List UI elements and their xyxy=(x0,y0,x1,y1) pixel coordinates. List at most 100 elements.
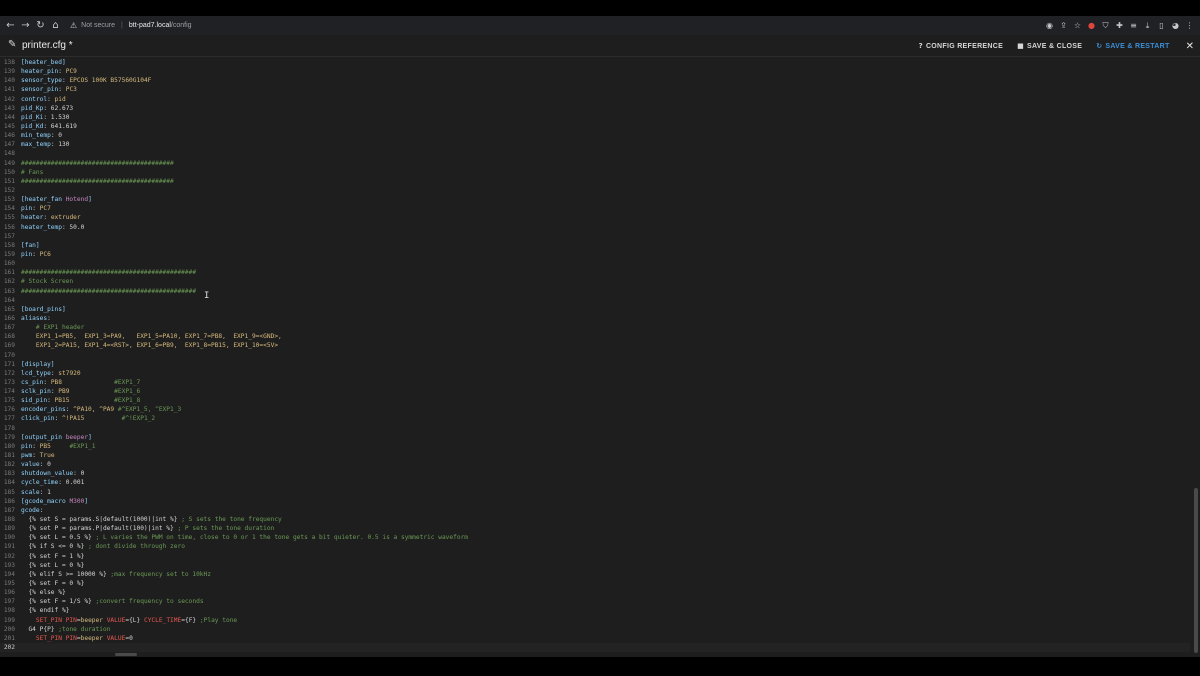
code-line[interactable]: 202 xyxy=(0,643,1190,653)
code-line[interactable]: 197 {% set F = 1/S %} ;convert frequency… xyxy=(0,597,1190,606)
code-line[interactable]: 184 cycle_time: 0.001 xyxy=(0,478,1190,487)
code-line[interactable]: 147 max_temp: 130 xyxy=(0,140,1190,149)
address-bar[interactable]: ⚠ Not secure | btt-pad7.local/config xyxy=(70,21,192,30)
code-line[interactable]: 181 pwm: True xyxy=(0,451,1190,460)
code-line[interactable]: 177 click_pin: ^!PA15 #^!EXP1_2 xyxy=(0,414,1190,423)
line-code: pin: PC7 xyxy=(21,204,51,213)
horizontal-scrollbar[interactable] xyxy=(115,653,137,656)
code-line[interactable]: 195 {% set F = 0 %} xyxy=(0,579,1190,588)
code-line[interactable]: 155 heater: extruder xyxy=(0,213,1190,222)
share-icon[interactable]: ⇪ xyxy=(1059,21,1068,30)
download-icon[interactable]: ⤓ xyxy=(1143,21,1152,31)
line-code: min_temp: 0 xyxy=(21,131,62,140)
code-line[interactable]: 157 xyxy=(0,232,1190,241)
code-line[interactable]: 138 [heater_bed] xyxy=(0,58,1190,67)
code-line[interactable]: 187 gcode: xyxy=(0,506,1190,515)
code-editor[interactable]: 138 [heater_bed] 139 heater_pin: PC9 140 sens… xyxy=(0,58,1200,657)
code-line[interactable]: 180 pin: PB5 #EXP1_1 xyxy=(0,442,1190,451)
code-token: ########################################… xyxy=(21,269,197,277)
code-line[interactable]: 151 #####################################… xyxy=(0,177,1190,186)
code-line[interactable]: 153 [heater_fan Hotend] xyxy=(0,195,1190,204)
star-icon[interactable]: ☆ xyxy=(1073,21,1082,30)
code-line[interactable]: 179 [output_pin beeper] xyxy=(0,433,1190,442)
code-line[interactable]: 201 SET_PIN PIN=beeper VALUE=0 xyxy=(0,634,1190,643)
code-line[interactable]: 170 xyxy=(0,351,1190,360)
code-token: #EXP1_1 xyxy=(69,442,96,450)
code-line[interactable]: 171 [display] xyxy=(0,360,1190,369)
code-line[interactable]: 158 [fan] xyxy=(0,241,1190,250)
code-token: cs_pin xyxy=(21,378,44,386)
code-line[interactable]: 194 {% elif S >= 10000 %} ;max frequency… xyxy=(0,570,1190,579)
code-line[interactable]: 185 scale: 1 xyxy=(0,488,1190,497)
code-line[interactable]: 163 #####################################… xyxy=(0,287,1190,296)
puzzle-icon[interactable]: ✚ xyxy=(1115,21,1124,30)
code-line[interactable]: 189 {% set P = params.P|default(100)|int… xyxy=(0,524,1190,533)
vertical-scrollbar[interactable] xyxy=(1194,488,1198,653)
code-line[interactable]: 152 xyxy=(0,186,1190,195)
code-line[interactable]: 198 {% endif %} xyxy=(0,606,1190,615)
code-line[interactable]: 143 pid_Kp: 62.673 xyxy=(0,104,1190,113)
code-line[interactable]: 150 # Fans xyxy=(0,168,1190,177)
code-line[interactable]: 139 heater_pin: PC9 xyxy=(0,67,1190,76)
code-token: : 62.673 xyxy=(43,104,74,112)
code-line[interactable]: 183 shutdown_value: 0 xyxy=(0,469,1190,478)
code-line[interactable]: 191 {% if S <= 0 %} ; dont divide throug… xyxy=(0,542,1190,551)
code-line[interactable]: 162 # Stock Screen xyxy=(0,277,1190,286)
sidepanel-icon[interactable]: ▯ xyxy=(1157,21,1166,30)
code-line[interactable]: 156 heater_temp: 50.0 xyxy=(0,223,1190,232)
code-line[interactable]: 165 [board_pins] xyxy=(0,305,1190,314)
playlist-icon[interactable]: ≡ xyxy=(1129,21,1138,30)
code-line[interactable]: 193 {% set L = 0 %} xyxy=(0,561,1190,570)
code-line[interactable]: 154 pin: PC7 xyxy=(0,204,1190,213)
code-line[interactable]: 178 xyxy=(0,424,1190,433)
shield-icon[interactable]: ⛉ xyxy=(1101,21,1110,31)
line-code: {% if S <= 0 %} ; dont divide through ze… xyxy=(21,542,184,551)
code-line[interactable]: 173 cs_pin: PB8 #EXP1_7 xyxy=(0,378,1190,387)
code-line[interactable]: 174 sclk_pin: PB9 #EXP1_6 xyxy=(0,387,1190,396)
code-line[interactable]: 176 encoder_pins: ^PA10, ^PA9 #^EXP1_5, ^… xyxy=(0,405,1190,414)
code-line[interactable]: 168 EXP1_1=PB5, EXP1_3=PA9, EXP1_5=PA10,… xyxy=(0,332,1190,341)
google-icon[interactable]: ◉ xyxy=(1045,21,1054,30)
code-line[interactable]: 148 xyxy=(0,149,1190,158)
code-line[interactable]: 167 # EXP1 header xyxy=(0,323,1190,332)
code-line[interactable]: 141 sensor_pin: PC3 xyxy=(0,85,1190,94)
code-line[interactable]: 166 aliases: xyxy=(0,314,1190,323)
close-icon[interactable]: ✕ xyxy=(1186,41,1194,52)
save-restart-button[interactable]: ↻ SAVE & RESTART xyxy=(1096,42,1169,50)
code-line[interactable]: 142 control: pid xyxy=(0,95,1190,104)
code-line[interactable]: 200 G4 P{P} ;tone duration xyxy=(0,625,1190,634)
back-icon[interactable]: ← xyxy=(6,16,15,35)
line-code: pwm: True xyxy=(21,451,55,460)
reload-icon[interactable]: ↻ xyxy=(36,16,45,35)
forward-icon[interactable]: → xyxy=(21,16,30,35)
save-close-button[interactable]: ■ SAVE & CLOSE xyxy=(1017,42,1082,50)
code-line[interactable]: 160 xyxy=(0,259,1190,268)
line-number: 191 xyxy=(3,543,15,551)
home-icon[interactable]: ⌂ xyxy=(51,16,60,35)
line-code: {% set F = 1/S %} ;convert frequency to … xyxy=(21,597,203,606)
code-line[interactable]: 199 SET_PIN PIN=beeper VALUE={L} CYCLE_T… xyxy=(0,616,1190,625)
code-line[interactable]: 196 {% else %} xyxy=(0,588,1190,597)
code-line[interactable]: 164 xyxy=(0,296,1190,305)
record-extension-icon[interactable]: ● xyxy=(1087,21,1096,30)
code-line[interactable]: 149 #####################################… xyxy=(0,159,1190,168)
code-line[interactable]: 192 {% set F = 1 %} xyxy=(0,552,1190,561)
code-line[interactable]: 172 lcd_type: st7920 xyxy=(0,369,1190,378)
code-line[interactable]: 188 {% set S = params.S|default(1000)|in… xyxy=(0,515,1190,524)
code-token: pwm xyxy=(21,452,33,460)
code-line[interactable]: 145 pid_Kd: 641.619 xyxy=(0,122,1190,131)
code-line[interactable]: 186 [gcode_macro M300] xyxy=(0,497,1190,506)
code-line[interactable]: 140 sensor_type: EPCOS 100K B57560G104F xyxy=(0,76,1190,85)
code-line[interactable]: 159 pin: PC6 xyxy=(0,250,1190,259)
code-line[interactable]: 144 pid_Ki: 1.530 xyxy=(0,113,1190,122)
code-line[interactable]: 175 sid_pin: PB15 #EXP1_8 xyxy=(0,396,1190,405)
code-line[interactable]: 182 value: 0 xyxy=(0,460,1190,469)
code-line[interactable]: 146 min_temp: 0 xyxy=(0,131,1190,140)
code-line[interactable]: 169 EXP1_2=PA15, EXP1_4=<RST>, EXP1_6=PB… xyxy=(0,341,1190,350)
code-line[interactable]: 190 {% set L = 0.5 %} ; L varies the PWM… xyxy=(0,533,1190,542)
line-number: 167 xyxy=(3,324,15,332)
kebab-menu-icon[interactable]: ⋮ xyxy=(1185,21,1194,30)
code-line[interactable]: 161 #####################################… xyxy=(0,268,1190,277)
config-reference-button[interactable]: ? CONFIG REFERENCE xyxy=(919,42,1004,50)
avatar[interactable]: ◕ xyxy=(1171,21,1180,30)
